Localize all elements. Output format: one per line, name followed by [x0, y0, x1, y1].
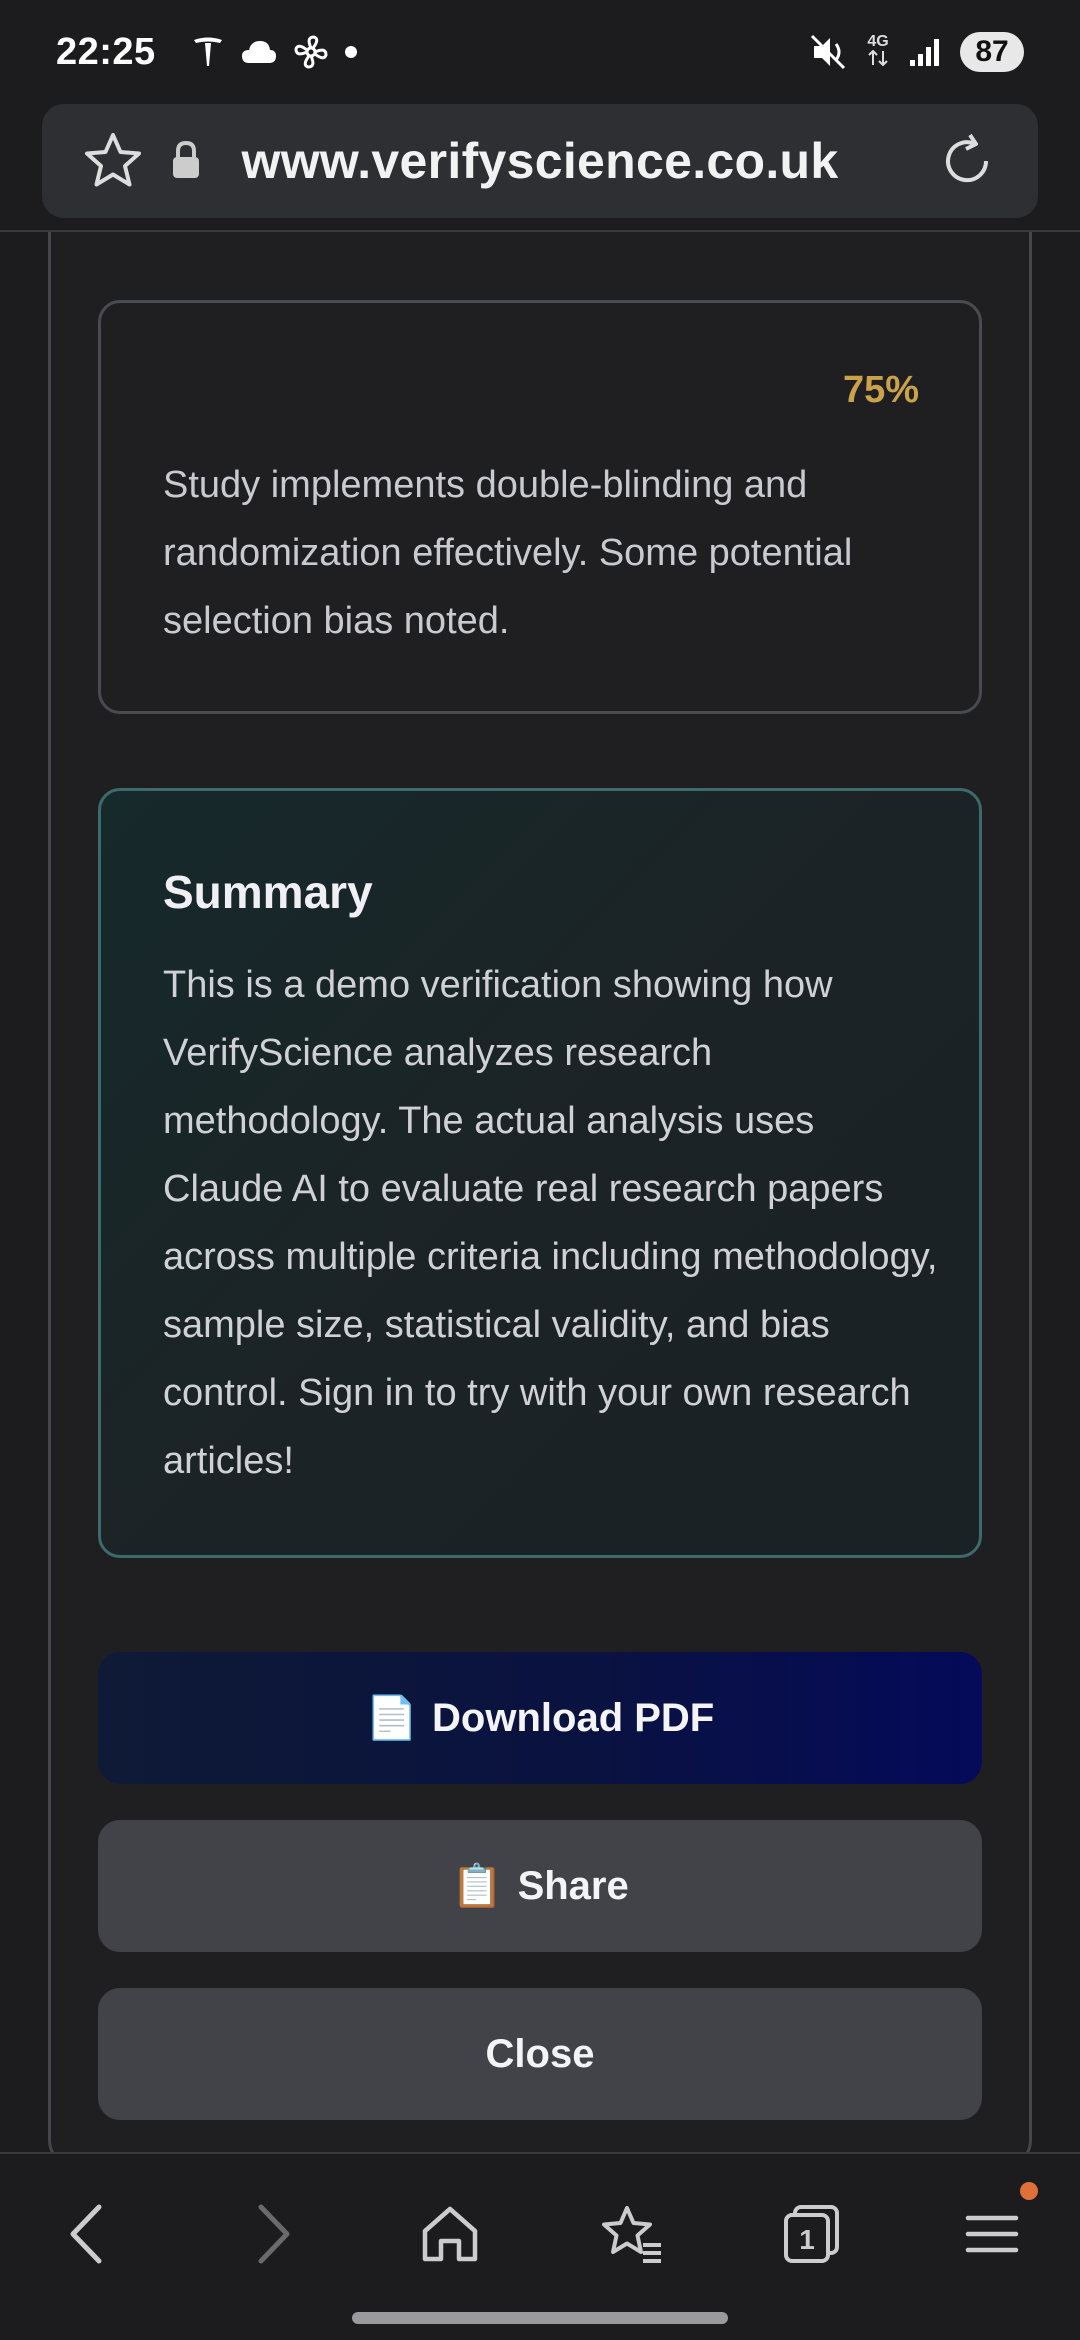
home-indicator[interactable]: [352, 2312, 728, 2324]
share-button[interactable]: 📋 Share: [98, 1820, 982, 1952]
reload-icon[interactable]: [936, 130, 998, 192]
document-icon: 📄: [365, 1693, 419, 1741]
web-page-content: 75% Study implements double-blinding and…: [0, 232, 1080, 2152]
star-list-icon: [602, 2206, 661, 2263]
address-bar[interactable]: www.verifyscience.co.uk: [42, 104, 1038, 218]
network-indicator: 4G: [866, 32, 890, 71]
tabs-button[interactable]: 1: [772, 2194, 852, 2274]
status-bar: 22:25 4G 87: [0, 0, 1080, 104]
clipboard-icon: 📋: [451, 1861, 504, 1909]
mute-icon: [810, 34, 846, 70]
home-button[interactable]: [410, 2194, 490, 2274]
download-pdf-label: Download PDF: [432, 1695, 715, 1740]
score-description: Study implements double-blinding and ran…: [163, 464, 853, 642]
tesla-icon: [193, 37, 222, 66]
network-type: 4G: [867, 32, 889, 50]
status-right: 4G 87: [810, 32, 1024, 72]
score-percentage: 75%: [842, 369, 919, 411]
bookmarks-button[interactable]: [592, 2194, 672, 2274]
close-label: Close: [485, 2031, 595, 2076]
data-arrows-icon: [868, 49, 888, 66]
summary-card: Summary This is a demo verification show…: [98, 788, 982, 1558]
chevron-left-icon: [70, 2204, 102, 2264]
tabs-count: 1: [799, 2224, 815, 2255]
battery-indicator: 87: [960, 32, 1024, 72]
back-button[interactable]: [48, 2194, 128, 2274]
summary-text: This is a demo verification showing how …: [163, 964, 938, 1482]
url-text[interactable]: www.verifyscience.co.uk: [42, 132, 1038, 190]
close-button[interactable]: Close: [98, 1988, 982, 2120]
methodology-score-card: 75% Study implements double-blinding and…: [98, 300, 982, 714]
chevron-right-icon: [258, 2204, 290, 2264]
menu-button[interactable]: [952, 2182, 1038, 2274]
summary-title: Summary: [163, 866, 373, 918]
download-pdf-button[interactable]: 📄 Download PDF: [98, 1652, 982, 1784]
status-notification-icons: [190, 33, 358, 71]
share-label: Share: [517, 1863, 629, 1908]
hamburger-menu-icon: [965, 2215, 1019, 2253]
tabs-icon: 1: [784, 2205, 839, 2263]
home-icon: [422, 2206, 478, 2262]
notification-dot: [1020, 2182, 1038, 2200]
forward-button[interactable]: [232, 2194, 312, 2274]
signal-icon: [910, 39, 939, 66]
dot-icon: [344, 46, 357, 58]
browser-toolbar: www.verifyscience.co.uk: [0, 104, 1080, 232]
status-time: 22:25: [56, 30, 156, 73]
fan-icon: [294, 35, 328, 69]
status-left: 22:25: [56, 31, 358, 74]
cloud-icon: [241, 41, 276, 63]
